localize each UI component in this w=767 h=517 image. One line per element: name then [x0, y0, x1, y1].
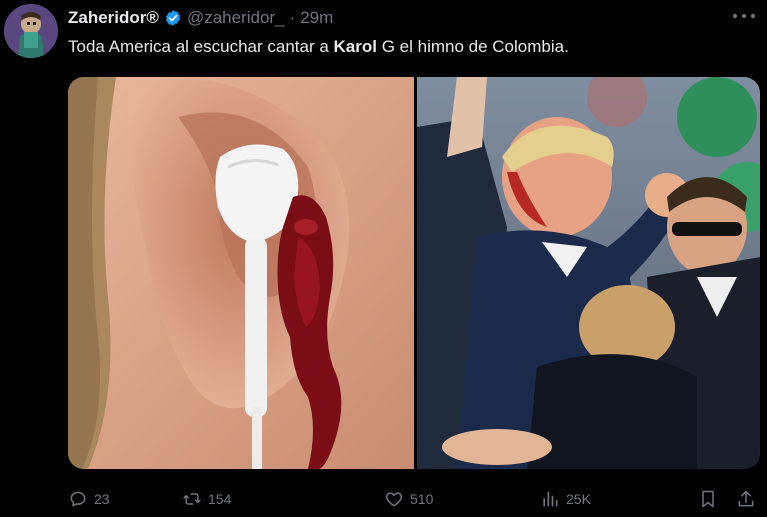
tweet: Zaheridor® @zaheridor_ · 29m Toda Americ… [0, 0, 767, 517]
avatar[interactable] [4, 4, 58, 58]
tweet-header: Zaheridor® @zaheridor_ · 29m [68, 6, 333, 30]
tweet-text: Toda America al escuchar cantar a Karol … [68, 36, 758, 58]
more-options-icon[interactable] [733, 8, 755, 24]
bookmark-button[interactable] [698, 489, 718, 509]
like-count: 510 [410, 491, 434, 507]
tweet-text-bold: Karol [333, 37, 377, 56]
separator-dot: · [289, 8, 296, 27]
view-count: 25K [566, 491, 591, 507]
tweet-text-before: Toda America al escuchar cantar a [68, 37, 334, 56]
reply-button[interactable]: 23 [68, 489, 110, 509]
tweet-text-after: G el himno de Colombia. [377, 37, 569, 56]
bookmark-icon [702, 490, 714, 508]
ear-earphone-blood-image[interactable] [68, 77, 414, 469]
display-name[interactable]: Zaheridor® [68, 8, 159, 28]
heart-icon [385, 492, 403, 507]
action-bar: 23 154 510 25K [68, 485, 758, 513]
reply-icon [70, 491, 86, 507]
views-icon [543, 491, 558, 507]
verified-badge-icon[interactable] [164, 9, 182, 27]
tweet-media[interactable] [68, 77, 760, 469]
raised-fist-crowd-image[interactable] [417, 77, 760, 469]
share-button[interactable] [736, 489, 756, 509]
avatar-image [4, 4, 58, 58]
repost-icon [183, 493, 201, 505]
timestamp[interactable]: 29m [300, 8, 333, 28]
repost-count: 154 [208, 491, 232, 507]
share-icon [738, 490, 754, 507]
repost-button[interactable]: 154 [182, 489, 231, 509]
handle[interactable]: @zaheridor_ [187, 8, 285, 28]
like-button[interactable]: 510 [384, 489, 433, 509]
views-button[interactable]: 25K [540, 489, 591, 509]
reply-count: 23 [94, 491, 110, 507]
